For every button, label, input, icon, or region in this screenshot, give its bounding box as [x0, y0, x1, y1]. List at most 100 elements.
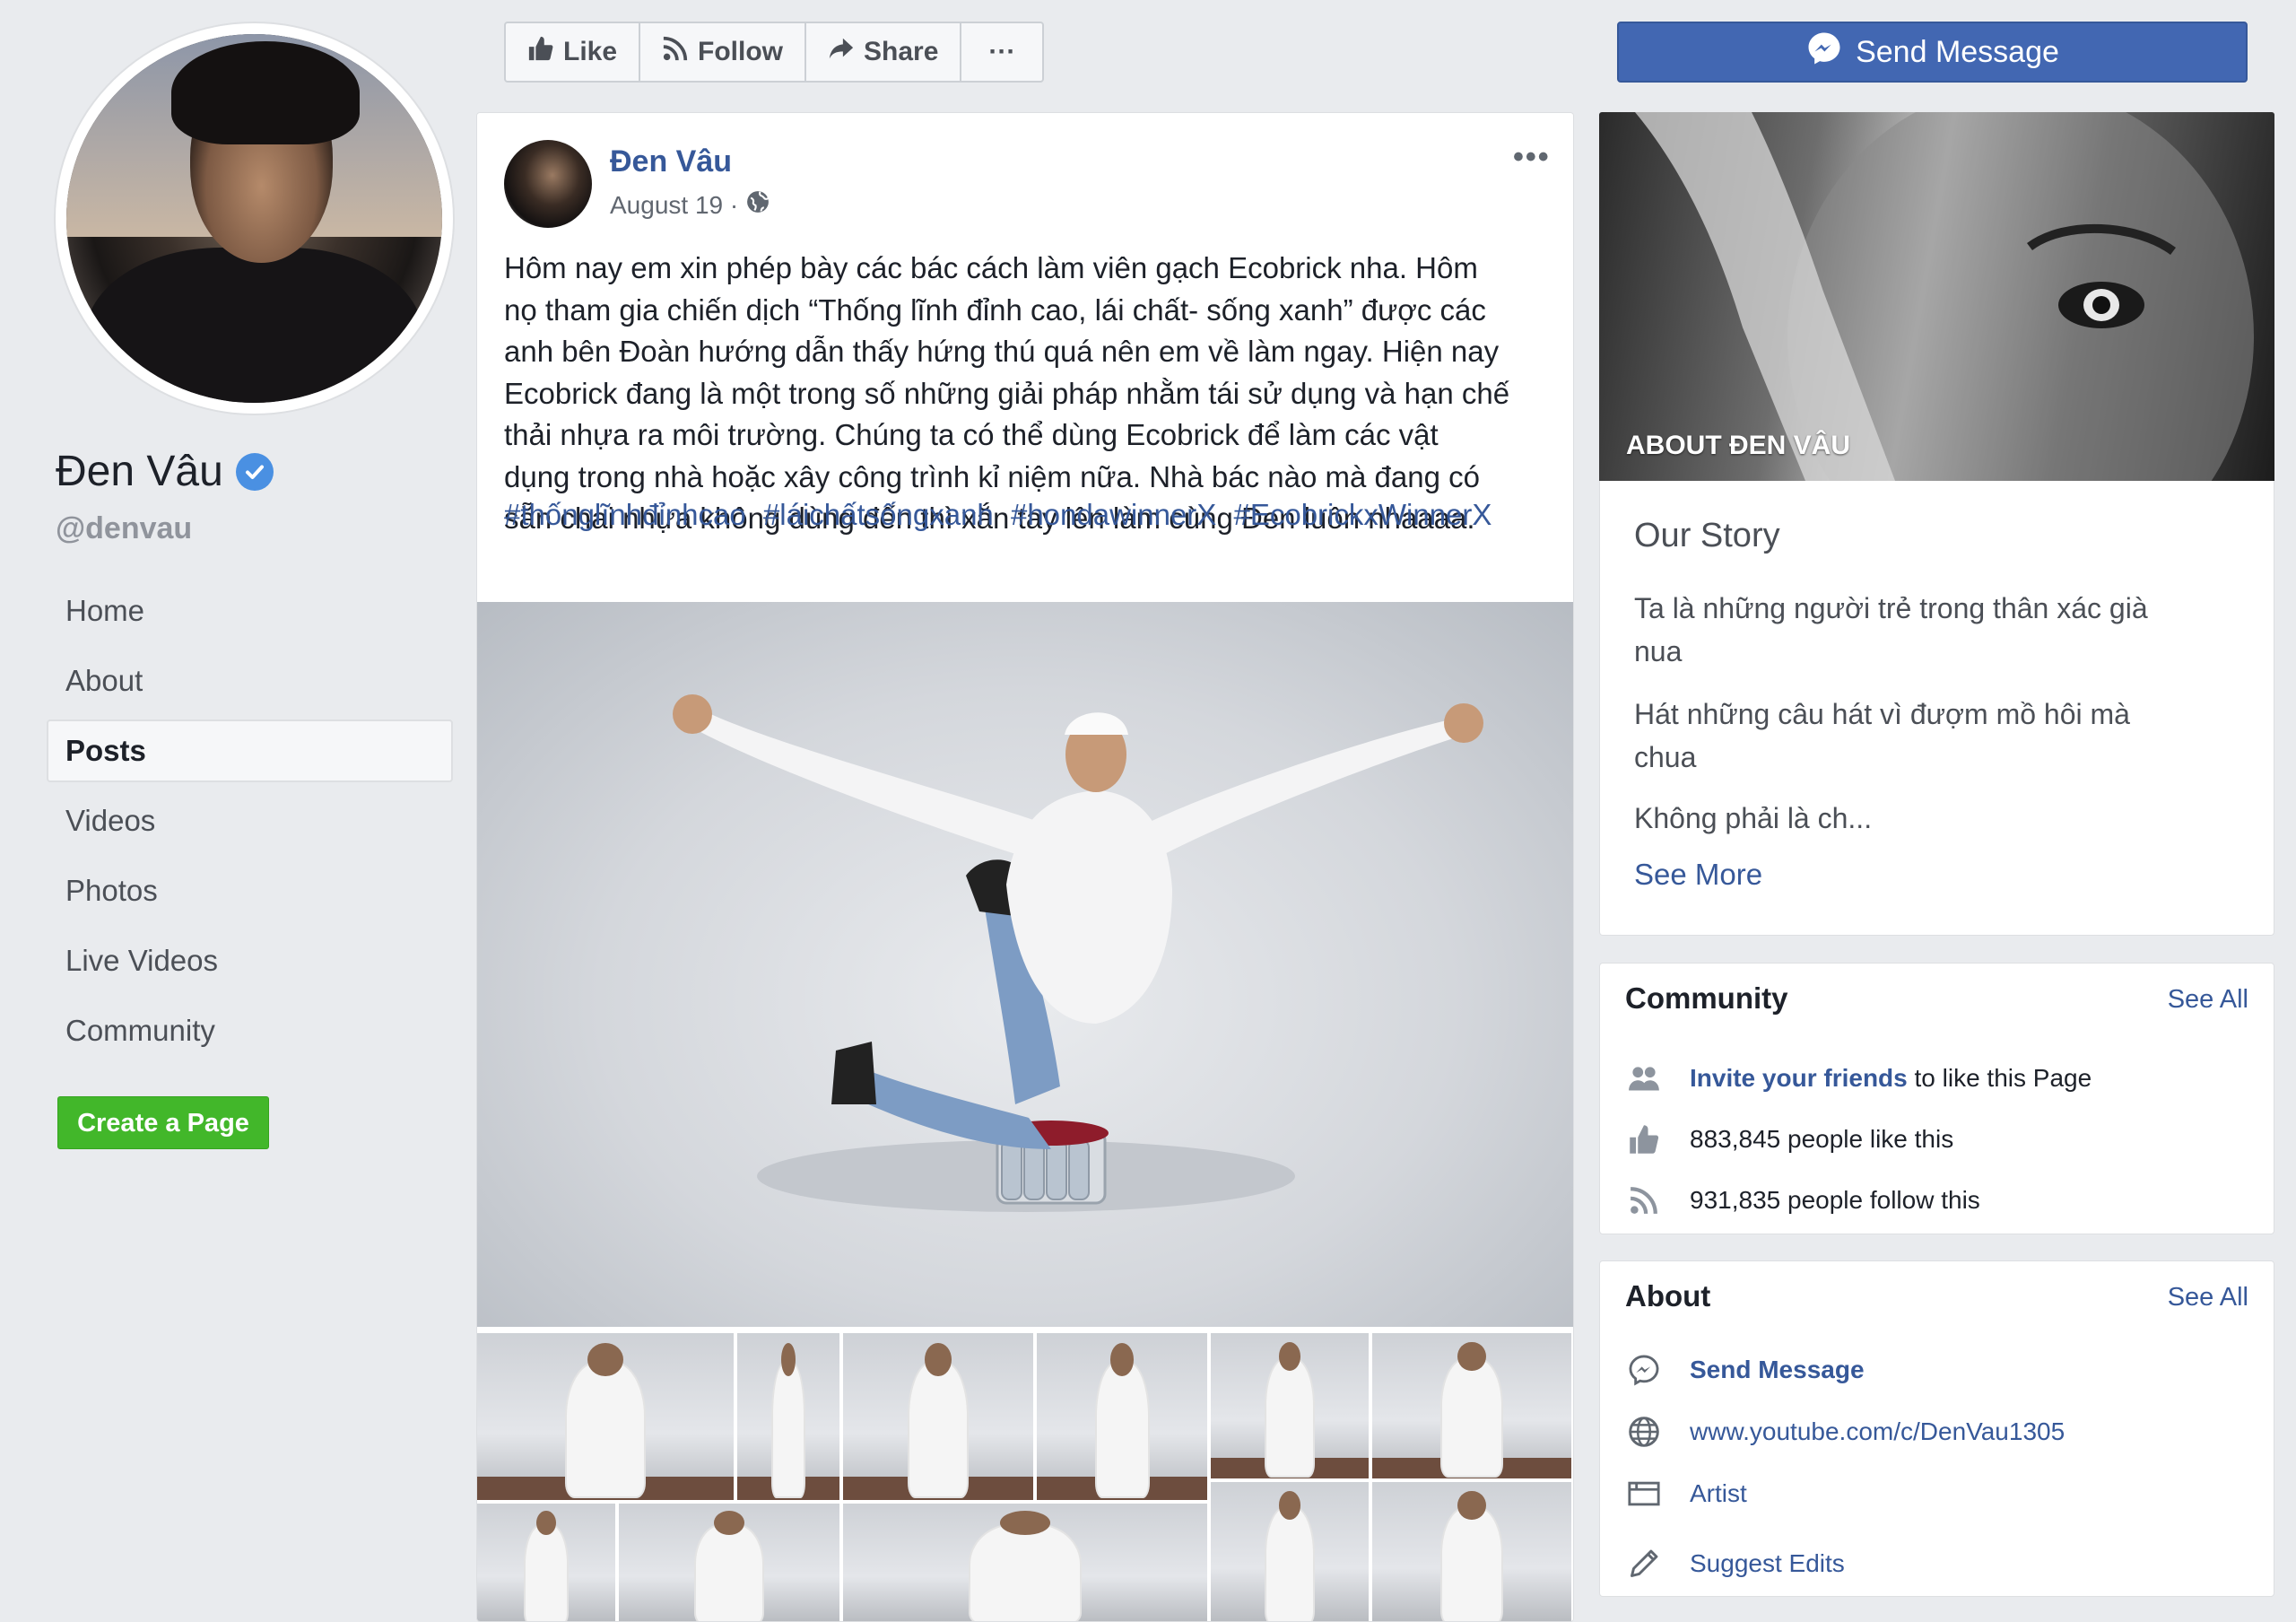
story-text-line: Hát những câu hát vì đượm mồ hôi mà: [1634, 698, 2130, 730]
photo-thumbnail[interactable]: [1211, 1482, 1372, 1621]
our-story-title: Our Story: [1634, 517, 1780, 554]
nav-item-live-videos[interactable]: Live Videos: [47, 929, 453, 992]
about-see-all-link[interactable]: See All: [2168, 1283, 2248, 1312]
post-options-menu[interactable]: •••: [1513, 140, 1551, 175]
story-text-line: Ta là những người trẻ trong thân xác già: [1634, 592, 2148, 624]
post-card: Đen Vâu August 19 · ••• Hôm nay em xin p…: [476, 112, 1574, 1622]
nav-item-videos[interactable]: Videos: [47, 789, 453, 852]
globe-icon: [1625, 1413, 1663, 1451]
follow-button[interactable]: Follow: [640, 23, 807, 81]
community-invite-row: Invite your friends to like this Page: [1625, 1056, 2092, 1101]
hashtag-link[interactable]: #hondawinnerX: [1011, 498, 1216, 531]
post-body-text: Hôm nay em xin phép bày các bác cách làm…: [504, 248, 1553, 540]
community-follows-row: 931,835 people follow this: [1625, 1178, 1980, 1223]
thumbs-up-icon: [527, 35, 554, 69]
rss-follow-icon: [1625, 1182, 1663, 1219]
story-see-more-link[interactable]: See More: [1634, 858, 1762, 892]
community-card: Community See All Invite your friends to…: [1599, 963, 2274, 1234]
thumbs-up-icon: [1625, 1121, 1663, 1158]
post-hashtags: #thốnglĩnhđỉnhcao #láichấtsốngxanh #hond…: [504, 498, 1500, 532]
about-cover-caption: ABOUT ĐEN VÂU: [1626, 431, 1851, 460]
photo-thumbnail[interactable]: [1037, 1333, 1211, 1504]
story-text-line: chua: [1634, 741, 1697, 773]
post-text-line: dụng trong nhà hoặc xây công trình kỉ ni…: [504, 459, 1480, 493]
community-title: Community: [1625, 981, 1788, 1015]
post-meta: August 19 ·: [610, 189, 770, 221]
rss-follow-icon: [662, 35, 689, 69]
post-photo-grid: [477, 1333, 1573, 1621]
send-message-button[interactable]: Send Message: [1617, 22, 2248, 83]
hashtag-link[interactable]: #láichấtsốngxanh: [763, 498, 994, 531]
hashtag-link[interactable]: #thốnglĩnhđỉnhcao: [504, 498, 746, 531]
category-tag-icon: [1625, 1475, 1663, 1513]
post-main-photo[interactable]: [477, 602, 1573, 1327]
send-message-label: Send Message: [1856, 34, 2059, 69]
story-text-line: nua: [1634, 635, 1683, 667]
post-text-line: nọ tham gia chiến dịch “Thống lĩnh đỉnh …: [504, 292, 1486, 327]
main-photo-illustration: [673, 694, 1483, 1212]
post-date[interactable]: August 19 ·: [610, 191, 738, 220]
community-see-all-link[interactable]: See All: [2168, 985, 2248, 1015]
more-label: ···: [988, 37, 1016, 66]
nav-item-about[interactable]: About: [47, 650, 453, 712]
about-website-row[interactable]: www.youtube.com/c/DenVau1305: [1625, 1409, 2065, 1454]
photo-thumbnail[interactable]: [843, 1504, 1211, 1621]
page-likes-count: 883,845 people like this: [1690, 1125, 1954, 1153]
share-button[interactable]: Share: [806, 23, 962, 81]
invite-friends-text: to like this Page: [1907, 1064, 2092, 1092]
follow-label: Follow: [698, 37, 784, 66]
post-text-line: anh bên Đoàn hướng dẫn thấy hứng thú quá…: [504, 335, 1500, 368]
about-card: About See All Send Message www.youtube.c…: [1599, 1260, 2274, 1597]
suggest-edits-link[interactable]: Suggest Edits: [1690, 1549, 1845, 1578]
post-text-line: Hôm nay em xin phép bày các bác cách làm…: [504, 251, 1478, 284]
hashtag-link[interactable]: #EcobrickxWinnerX: [1233, 498, 1492, 531]
messenger-icon: [1805, 30, 1843, 75]
pencil-icon: [1625, 1545, 1663, 1583]
like-button[interactable]: Like: [506, 23, 641, 81]
invite-friends-icon: [1625, 1060, 1663, 1097]
page-action-bar: Like Follow Share ···: [504, 22, 1045, 83]
about-send-message-link[interactable]: Send Message: [1690, 1356, 1865, 1384]
profile-picture[interactable]: [56, 23, 453, 414]
photo-thumbnail[interactable]: [1211, 1333, 1372, 1482]
photo-thumbnail[interactable]: [1372, 1482, 1573, 1621]
story-text-line: Không phải là ch...: [1634, 802, 1873, 834]
post-author-name[interactable]: Đen Vâu: [610, 144, 732, 179]
photo-thumbnail[interactable]: [1372, 1333, 1573, 1482]
about-category-row[interactable]: Artist: [1625, 1471, 1747, 1516]
post-text-line: Ecobrick đang là một trong số những giải…: [504, 376, 1510, 410]
nav-item-posts[interactable]: Posts: [47, 719, 453, 782]
nav-item-home[interactable]: Home: [47, 580, 453, 642]
cover-illustration: [1635, 112, 2254, 481]
photo-thumbnail[interactable]: [477, 1504, 619, 1621]
about-website-link[interactable]: www.youtube.com/c/DenVau1305: [1690, 1417, 2065, 1446]
page-handle[interactable]: @denvau: [56, 511, 192, 546]
public-globe-icon[interactable]: [745, 189, 770, 221]
invite-friends-link[interactable]: Invite your friends: [1690, 1064, 1908, 1092]
our-story-card[interactable]: Our Story Ta là những người trẻ trong th…: [1599, 481, 2274, 936]
share-arrow-icon: [828, 35, 855, 69]
photo-thumbnail[interactable]: [477, 1333, 737, 1504]
page-name-text[interactable]: Đen Vâu: [56, 447, 223, 496]
photo-thumbnail[interactable]: [619, 1504, 843, 1621]
about-send-message-row[interactable]: Send Message: [1625, 1347, 1865, 1392]
about-category-link[interactable]: Artist: [1690, 1479, 1747, 1508]
about-title: About: [1625, 1279, 1711, 1312]
create-page-button[interactable]: Create a Page: [57, 1096, 269, 1149]
verified-badge-icon: [235, 452, 274, 491]
share-label: Share: [864, 37, 939, 66]
post-text-line: thải nhựa ra môi trường. Chúng ta có thể…: [504, 418, 1439, 451]
photo-thumbnail[interactable]: [843, 1333, 1037, 1504]
nav-item-photos[interactable]: Photos: [47, 859, 453, 922]
about-cover-photo[interactable]: ABOUT ĐEN VÂU: [1599, 112, 2274, 481]
photo-thumbnail[interactable]: [737, 1333, 843, 1504]
page-name[interactable]: Đen Vâu: [56, 447, 274, 496]
nav-item-community[interactable]: Community: [47, 999, 453, 1062]
messenger-icon: [1625, 1351, 1663, 1389]
community-likes-row: 883,845 people like this: [1625, 1117, 1953, 1162]
about-suggest-edits-row[interactable]: Suggest Edits: [1625, 1541, 1845, 1586]
post-author-avatar[interactable]: [504, 140, 592, 228]
page-follows-count: 931,835 people follow this: [1690, 1186, 1980, 1214]
more-actions-button[interactable]: ···: [961, 23, 1042, 81]
like-label: Like: [563, 37, 618, 66]
